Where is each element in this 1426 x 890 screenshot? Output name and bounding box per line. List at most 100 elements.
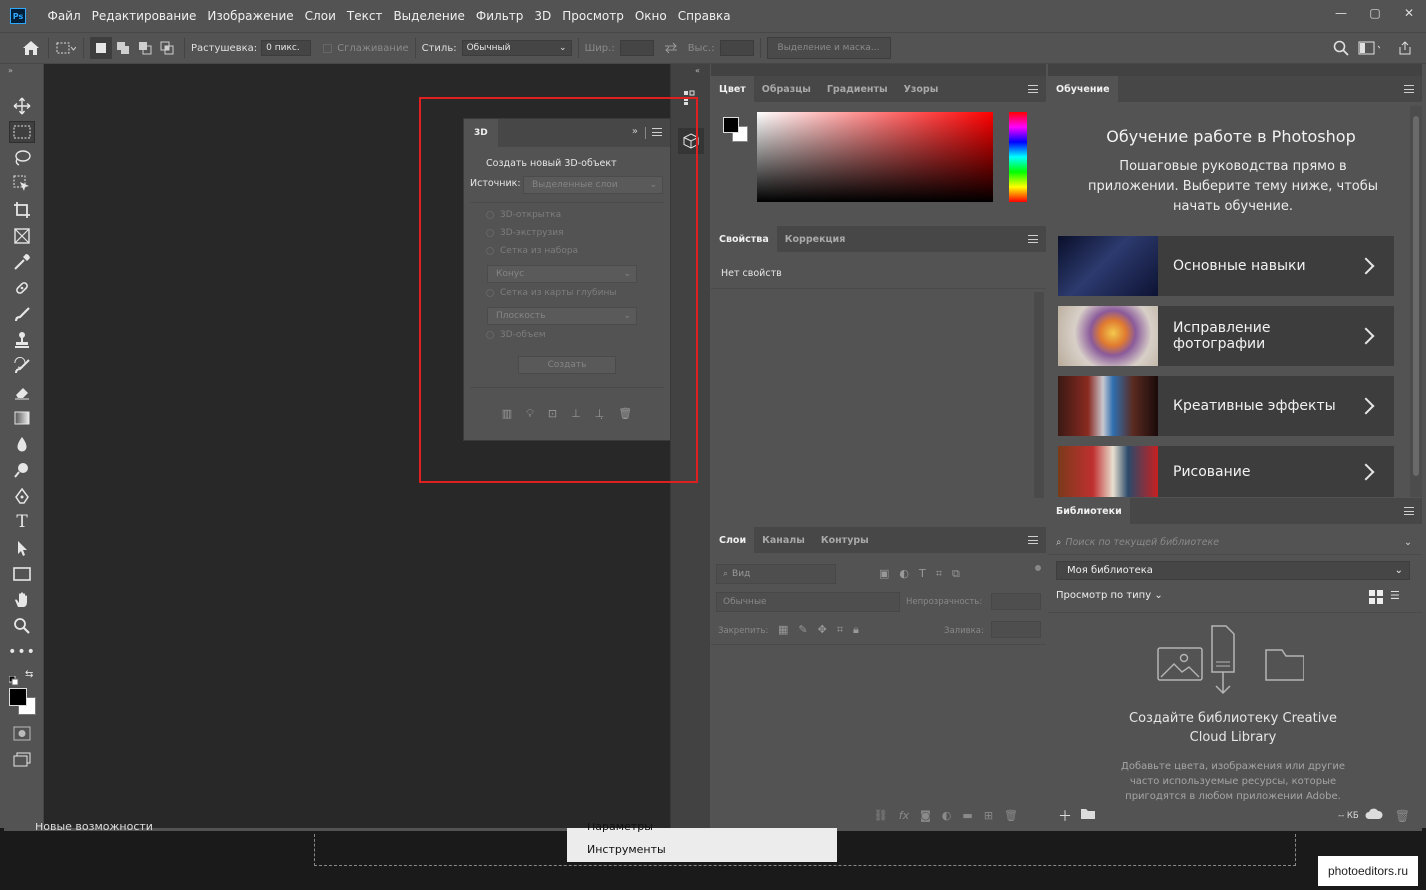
feather-input[interactable]: 0 пикс. xyxy=(261,40,312,56)
tab-patterns[interactable]: Узоры xyxy=(896,76,947,102)
add-asset-icon[interactable]: ＋ xyxy=(1058,806,1072,826)
restore-button[interactable]: ▢ xyxy=(1358,0,1392,26)
add-mask-icon[interactable]: ◙ xyxy=(920,809,931,822)
screen-mode-icon[interactable] xyxy=(9,749,35,771)
dodge-tool-icon[interactable] xyxy=(9,459,35,481)
tab-layers[interactable]: Слои xyxy=(711,527,755,553)
type-tool-icon[interactable]: T xyxy=(9,511,35,533)
menu-window[interactable]: Окно xyxy=(629,9,672,23)
home-icon[interactable] xyxy=(20,37,42,59)
intersect-selection-icon[interactable] xyxy=(156,37,178,59)
new-group-icon[interactable]: ▬ xyxy=(962,809,972,822)
blend-mode-select[interactable]: Обычные xyxy=(716,592,900,612)
tab-adjustments[interactable]: Коррекция xyxy=(777,226,854,252)
fill-input[interactable] xyxy=(991,621,1041,638)
filter-toggle[interactable] xyxy=(1035,565,1041,571)
eraser-tool-icon[interactable] xyxy=(9,381,35,403)
menu-select[interactable]: Выделение xyxy=(388,9,470,23)
expand-dock-icon[interactable]: « xyxy=(695,66,700,75)
filter-shape-icon[interactable]: ⌗ xyxy=(936,567,942,581)
panel-menu-icon[interactable] xyxy=(1028,235,1038,243)
blur-tool-icon[interactable] xyxy=(9,433,35,455)
tab-gradients[interactable]: Градиенты xyxy=(819,76,896,102)
clone-stamp-tool-icon[interactable] xyxy=(9,329,35,351)
crop-tool-icon[interactable] xyxy=(9,199,35,221)
close-button[interactable]: ✕ xyxy=(1392,0,1426,26)
tab-color[interactable]: Цвет xyxy=(711,76,754,102)
minimize-button[interactable]: — xyxy=(1324,0,1358,26)
history-brush-tool-icon[interactable] xyxy=(9,355,35,377)
layer-filter-select[interactable]: ⌕ Вид xyxy=(716,564,836,584)
swap-colors-icon[interactable]: ⇆ xyxy=(25,669,33,680)
marquee-preset-icon[interactable] xyxy=(55,37,77,59)
panel-menu-icon[interactable] xyxy=(1404,85,1414,93)
workspace-icon[interactable] xyxy=(1358,37,1380,59)
scrollbar[interactable] xyxy=(1034,292,1044,498)
learn-card-photo-fix[interactable]: Исправление фотографии xyxy=(1058,306,1394,366)
link-layers-icon[interactable]: ⛓︎ xyxy=(874,809,888,822)
delete-layer-icon[interactable]: 🗑︎ xyxy=(1004,809,1018,822)
gradient-tool-icon[interactable] xyxy=(9,407,35,429)
library-select[interactable]: Моя библиотека ⌄ xyxy=(1056,561,1410,580)
tab-swatches[interactable]: Образцы xyxy=(754,76,819,102)
pen-tool-icon[interactable] xyxy=(9,485,35,507)
zoom-tool-icon[interactable] xyxy=(9,615,35,637)
collapse-toolbar-icon[interactable]: » xyxy=(8,66,13,75)
filter-adjustment-icon[interactable]: ◐ xyxy=(899,567,909,581)
antialias-checkbox[interactable]: Сглаживание xyxy=(323,43,409,54)
subtract-selection-icon[interactable] xyxy=(134,37,156,59)
select-and-mask-button[interactable]: Выделение и маска... xyxy=(766,37,891,59)
whats-new-link[interactable]: Новые возможности xyxy=(35,823,153,833)
color-field[interactable] xyxy=(757,112,993,202)
folder-icon[interactable] xyxy=(1080,808,1096,824)
menu-file[interactable]: Файл xyxy=(42,9,86,23)
trash-icon[interactable]: 🗑︎ xyxy=(1395,809,1410,823)
new-selection-icon[interactable] xyxy=(90,37,112,59)
filter-type-icon[interactable]: T xyxy=(919,567,926,581)
brush-tool-icon[interactable] xyxy=(9,303,35,325)
lock-pixels-icon[interactable]: ✎ xyxy=(798,623,807,637)
menu-edit[interactable]: Редактирование xyxy=(86,9,202,23)
grid-view-icon[interactable] xyxy=(1369,590,1383,604)
tab-libraries[interactable]: Библиотеки xyxy=(1048,498,1130,524)
quick-mask-icon[interactable] xyxy=(9,723,35,745)
menu-item-tools[interactable]: Инструменты xyxy=(587,843,666,856)
more-tools-icon[interactable]: ••• xyxy=(8,641,35,663)
lock-all-icon[interactable]: 🔒︎ xyxy=(853,623,859,637)
lock-artboard-icon[interactable]: ⌗ xyxy=(837,623,843,637)
menu-image[interactable]: Изображение xyxy=(202,9,299,23)
panel-menu-icon[interactable] xyxy=(1028,536,1038,544)
hue-slider[interactable] xyxy=(1009,112,1027,202)
new-adjustment-icon[interactable]: ◐ xyxy=(942,809,952,822)
menu-view[interactable]: Просмотр xyxy=(557,9,630,23)
rectangle-tool-icon[interactable] xyxy=(9,563,35,585)
learn-card-painting[interactable]: Рисование xyxy=(1058,446,1394,497)
hand-tool-icon[interactable] xyxy=(9,589,35,611)
panel-menu-icon[interactable] xyxy=(1404,507,1414,515)
rectangular-marquee-tool-icon[interactable] xyxy=(9,121,35,143)
filter-smart-object-icon[interactable]: ⧉ xyxy=(952,567,960,581)
learn-card-creative[interactable]: Креативные эффекты xyxy=(1058,376,1394,436)
scrollbar[interactable] xyxy=(1410,106,1422,497)
width-input[interactable] xyxy=(619,40,654,56)
learn-card-basics[interactable]: Основные навыки xyxy=(1058,236,1394,296)
layer-style-icon[interactable]: fx xyxy=(899,809,909,822)
add-selection-icon[interactable] xyxy=(112,37,134,59)
list-view-icon[interactable]: ☰ xyxy=(1390,589,1400,602)
view-by-type-dropdown[interactable]: Просмотр по типу ⌄ xyxy=(1056,590,1163,601)
eyedropper-tool-icon[interactable] xyxy=(9,251,35,273)
foreground-color-swatch[interactable] xyxy=(9,688,27,706)
new-layer-icon[interactable]: ⊞ xyxy=(984,809,993,822)
share-icon[interactable] xyxy=(1394,37,1416,59)
filter-pixel-icon[interactable]: ▣ xyxy=(879,567,889,581)
menu-help[interactable]: Справка xyxy=(672,9,736,23)
swap-dimensions-icon[interactable] xyxy=(660,37,682,59)
menu-layers[interactable]: Слои xyxy=(299,9,341,23)
lock-position-icon[interactable]: ✥ xyxy=(818,623,827,637)
menu-filter[interactable]: Фильтр xyxy=(470,9,528,23)
library-search-input[interactable]: ⌕ Поиск по текущей библиотеке ⌄ xyxy=(1056,533,1414,551)
frame-tool-icon[interactable] xyxy=(9,225,35,247)
panel-menu-icon[interactable] xyxy=(1028,85,1038,93)
object-selection-tool-icon[interactable] xyxy=(9,173,35,195)
tab-properties[interactable]: Свойства xyxy=(711,226,777,252)
